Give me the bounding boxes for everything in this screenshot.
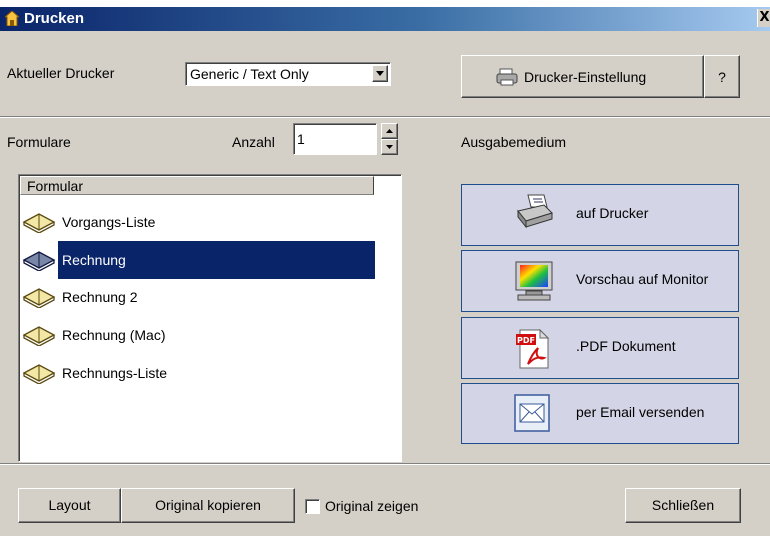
divider xyxy=(0,463,770,465)
help-button[interactable]: ? xyxy=(704,55,740,98)
count-input-value: 1 xyxy=(297,131,305,147)
close-button-label: Schließen xyxy=(651,497,715,513)
window-title: Drucken xyxy=(24,10,85,27)
layout-button-label: Layout xyxy=(48,497,91,513)
title-bar[interactable]: Drucken X xyxy=(0,7,770,31)
chevron-down-icon[interactable] xyxy=(372,65,388,82)
printer-select-value: Generic / Text Only xyxy=(190,66,309,82)
send-email-label: per Email versenden xyxy=(576,404,705,420)
send-email-button[interactable]: per Email versenden xyxy=(461,383,739,444)
count-increment-button[interactable] xyxy=(381,123,398,139)
pdf-document-button[interactable]: PDF .PDF Dokument xyxy=(461,317,739,379)
column-header-formular[interactable]: Formular xyxy=(20,176,374,195)
show-original-checkbox[interactable] xyxy=(305,499,320,514)
pdf-document-label: .PDF Dokument xyxy=(576,338,676,354)
count-input[interactable]: 1 xyxy=(293,123,377,155)
list-item[interactable]: Rechnung 2 xyxy=(22,280,382,316)
preview-on-monitor-button[interactable]: Vorschau auf Monitor xyxy=(461,250,739,312)
divider xyxy=(0,116,770,118)
list-item[interactable]: Rechnung (Mac) xyxy=(22,318,382,354)
list-item-label: Rechnung xyxy=(62,252,126,268)
book-icon xyxy=(22,364,56,384)
book-icon xyxy=(22,251,56,271)
printer-settings-button[interactable]: Drucker-Einstellung xyxy=(461,55,704,98)
list-item-label: Rechnungs-Liste xyxy=(62,365,168,381)
print-to-printer-button[interactable]: auf Drucker xyxy=(461,184,739,246)
close-button[interactable]: Schließen xyxy=(625,488,741,523)
printer-settings-label: Drucker-Einstellung xyxy=(524,69,647,85)
preview-on-monitor-label: Vorschau auf Monitor xyxy=(576,271,709,287)
list-item-label: Vorgangs-Liste xyxy=(62,214,156,230)
svg-text:PDF: PDF xyxy=(517,336,535,345)
list-item[interactable]: Vorgangs-Liste xyxy=(22,205,382,241)
book-icon xyxy=(22,288,56,308)
list-item-label: Rechnung 2 xyxy=(62,289,138,305)
count-label: Anzahl xyxy=(232,134,275,150)
count-decrement-button[interactable] xyxy=(381,139,398,155)
printer-select[interactable]: Generic / Text Only xyxy=(185,62,391,86)
show-original-label: Original zeigen xyxy=(325,498,419,514)
print-to-printer-label: auf Drucker xyxy=(576,205,649,221)
list-item[interactable]: Rechnungs-Liste xyxy=(22,356,382,392)
envelope-icon xyxy=(514,394,550,432)
current-printer-label: Aktueller Drucker xyxy=(7,65,115,81)
book-icon xyxy=(22,326,56,346)
printer-icon xyxy=(496,68,518,86)
close-window-button[interactable]: X xyxy=(757,9,770,27)
house-icon xyxy=(5,11,19,26)
pdf-icon: PDF xyxy=(516,328,550,369)
layout-button[interactable]: Layout xyxy=(18,488,121,523)
printer-icon xyxy=(517,194,553,229)
list-item-label: Rechnung (Mac) xyxy=(62,327,166,343)
output-medium-label: Ausgabemedium xyxy=(461,134,567,150)
copy-original-button[interactable]: Original kopieren xyxy=(121,488,295,523)
copy-original-label: Original kopieren xyxy=(155,497,261,513)
help-button-label: ? xyxy=(718,69,726,85)
forms-label: Formulare xyxy=(7,134,71,150)
column-header-label: Formular xyxy=(27,178,84,194)
monitor-icon xyxy=(515,261,553,301)
book-icon xyxy=(22,213,56,233)
list-item[interactable]: Rechnung xyxy=(22,243,382,279)
